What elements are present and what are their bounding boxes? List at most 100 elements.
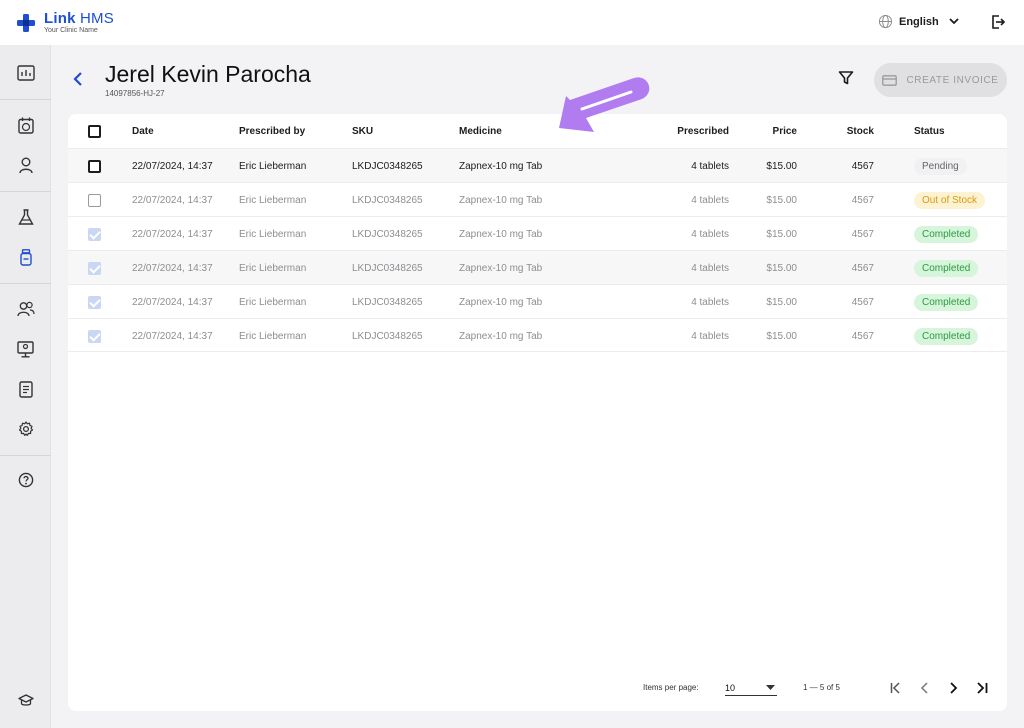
sidebar-item-pharmacy[interactable] <box>0 239 51 275</box>
table-row[interactable]: 22/07/2024, 14:37 Eric Lieberman LKDJC03… <box>68 216 1007 250</box>
chevron-down-icon <box>949 18 959 25</box>
sidebar <box>0 45 51 728</box>
globe-icon <box>878 14 893 29</box>
sidebar-item-reports[interactable] <box>0 371 51 407</box>
table-row[interactable]: 22/07/2024, 14:37 Eric Lieberman LKDJC03… <box>68 284 1007 318</box>
status-badge: Completed <box>914 225 979 243</box>
sidebar-item-settings[interactable] <box>0 411 51 447</box>
row-checkbox[interactable] <box>88 149 102 183</box>
row-date: 22/07/2024, 14:37 <box>132 262 213 274</box>
education-icon <box>17 693 34 706</box>
status-badge: Completed <box>914 259 979 277</box>
top-bar: Link HMS Your Clinic Name English <box>0 0 1024 45</box>
row-prescribed: 4 tablets <box>691 262 729 274</box>
row-stock: 4567 <box>851 330 874 342</box>
header-medicine[interactable]: Medicine <box>459 114 502 148</box>
pharmacy-icon <box>19 248 32 266</box>
brand-logo-icon <box>17 13 35 32</box>
row-sku: LKDJC0348265 <box>352 160 423 172</box>
row-prescribed-by: Eric Lieberman <box>239 330 307 342</box>
row-prescribed-by: Eric Lieberman <box>239 296 307 308</box>
monitor-icon <box>17 340 34 358</box>
row-checkbox[interactable] <box>88 183 102 217</box>
row-medicine: Zapnex-10 mg Tab <box>459 262 543 274</box>
last-page-icon[interactable] <box>975 681 989 695</box>
table-row[interactable]: 22/07/2024, 14:37 Eric Lieberman LKDJC03… <box>68 250 1007 284</box>
header-prescribed[interactable]: Prescribed <box>649 114 729 148</box>
page-title: Jerel Kevin Parocha <box>105 61 311 87</box>
header-date[interactable]: Date <box>132 114 154 148</box>
table-row[interactable]: 22/07/2024, 14:37 Eric Lieberman LKDJC03… <box>68 182 1007 216</box>
reports-icon <box>18 380 33 398</box>
sidebar-item-appointments[interactable] <box>0 107 51 143</box>
filter-icon[interactable] <box>838 70 854 86</box>
header-status[interactable]: Status <box>914 114 945 148</box>
dashboard-icon <box>16 65 35 81</box>
create-invoice-label: CREATE INVOICE <box>906 74 999 86</box>
card-icon <box>882 74 898 86</box>
row-prescribed-by: Eric Lieberman <box>239 262 307 274</box>
row-medicine: Zapnex-10 mg Tab <box>459 296 543 308</box>
row-prescribed: 4 tablets <box>691 330 729 342</box>
row-price: $15.00 <box>766 296 797 308</box>
items-per-page-select[interactable]: 10 <box>725 680 777 696</box>
logout-icon[interactable] <box>990 14 1006 30</box>
row-date: 22/07/2024, 14:37 <box>132 296 213 308</box>
row-stock: 4567 <box>851 194 874 206</box>
row-checkbox[interactable] <box>88 319 102 353</box>
table-row[interactable]: 22/07/2024, 14:37 Eric Lieberman LKDJC03… <box>68 148 1007 182</box>
sidebar-item-help[interactable] <box>0 462 51 498</box>
row-date: 22/07/2024, 14:37 <box>132 194 213 206</box>
row-stock: 4567 <box>851 160 874 172</box>
brand-name: Link HMS <box>44 10 114 27</box>
row-prescribed: 4 tablets <box>691 160 729 172</box>
items-per-page-label: Items per page: <box>643 683 699 692</box>
first-page-icon[interactable] <box>889 681 903 695</box>
header-price[interactable]: Price <box>737 114 797 148</box>
sidebar-item-patients[interactable] <box>0 147 51 183</box>
row-checkbox[interactable] <box>88 217 102 251</box>
previous-page-icon[interactable] <box>918 681 932 695</box>
brand[interactable]: Link HMS Your Clinic Name <box>16 11 114 34</box>
back-arrow-icon[interactable] <box>72 70 84 88</box>
row-price: $15.00 <box>766 330 797 342</box>
appointments-icon <box>17 117 34 134</box>
sidebar-item-education[interactable] <box>0 682 51 718</box>
header-sku[interactable]: SKU <box>352 114 373 148</box>
annotation-arrow-icon <box>559 77 650 132</box>
row-prescribed-by: Eric Lieberman <box>239 160 307 172</box>
row-price: $15.00 <box>766 262 797 274</box>
sidebar-item-lab[interactable] <box>0 199 51 235</box>
header-stock[interactable]: Stock <box>814 114 874 148</box>
settings-icon <box>18 421 33 436</box>
row-checkbox[interactable] <box>88 251 102 285</box>
patient-id: 14097856-HJ-27 <box>105 89 165 98</box>
row-sku: LKDJC0348265 <box>352 330 423 342</box>
next-page-icon[interactable] <box>946 681 960 695</box>
sidebar-item-dashboard[interactable] <box>0 55 51 91</box>
staff-icon <box>16 301 35 317</box>
row-date: 22/07/2024, 14:37 <box>132 330 213 342</box>
row-date: 22/07/2024, 14:37 <box>132 228 213 240</box>
row-medicine: Zapnex-10 mg Tab <box>459 160 543 172</box>
header-prescribed-by[interactable]: Prescribed by <box>239 114 305 148</box>
row-medicine: Zapnex-10 mg Tab <box>459 330 543 342</box>
patients-icon <box>18 157 33 173</box>
help-icon <box>18 472 33 488</box>
table-header: Date Prescribed by SKU Medicine Prescrib… <box>68 114 1007 148</box>
row-date: 22/07/2024, 14:37 <box>132 160 213 172</box>
table-row[interactable]: 22/07/2024, 14:37 Eric Lieberman LKDJC03… <box>68 318 1007 352</box>
language-selector[interactable]: English <box>878 14 965 29</box>
status-badge: Out of Stock <box>914 191 986 209</box>
row-prescribed: 4 tablets <box>691 228 729 240</box>
select-all-checkbox[interactable] <box>88 114 102 148</box>
sidebar-item-monitor[interactable] <box>0 331 51 367</box>
sidebar-item-staff[interactable] <box>0 291 51 327</box>
row-checkbox[interactable] <box>88 285 102 319</box>
status-badge: Completed <box>914 327 979 345</box>
lab-icon <box>17 208 34 225</box>
caret-down-icon <box>766 685 775 690</box>
row-prescribed: 4 tablets <box>691 296 729 308</box>
row-sku: LKDJC0348265 <box>352 262 423 274</box>
create-invoice-button[interactable]: CREATE INVOICE <box>874 63 1007 97</box>
